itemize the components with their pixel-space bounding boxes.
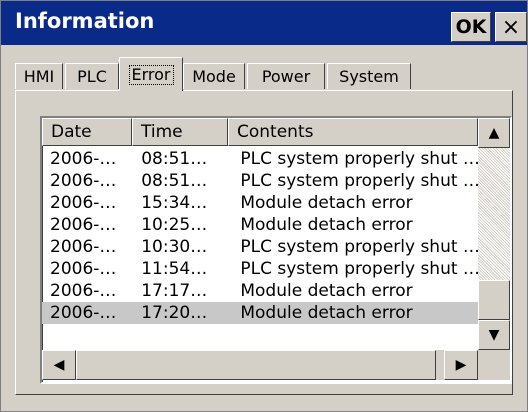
tab-system[interactable]: System [327,63,411,89]
tab-label: HMI [23,67,55,86]
tab-mode[interactable]: Mode [183,63,245,89]
tab-label: Power [261,67,311,86]
tab-label: System [339,67,399,86]
error-tab-panel [15,90,513,395]
window-title: Information [15,9,155,33]
tab-plc[interactable]: PLC [65,63,119,89]
tab-error[interactable]: Error [119,57,183,91]
title-bar: Information OK × [1,1,527,45]
ok-button[interactable]: OK [451,12,491,42]
tab-label: Error [128,64,174,85]
tab-label: Mode [192,67,236,86]
tab-power[interactable]: Power [247,63,325,89]
information-window: Information OK × HMI PLC Error Mode Powe… [0,0,528,412]
tab-label: PLC [77,67,107,86]
tab-hmi[interactable]: HMI [15,63,63,89]
close-button[interactable]: × [495,12,527,42]
